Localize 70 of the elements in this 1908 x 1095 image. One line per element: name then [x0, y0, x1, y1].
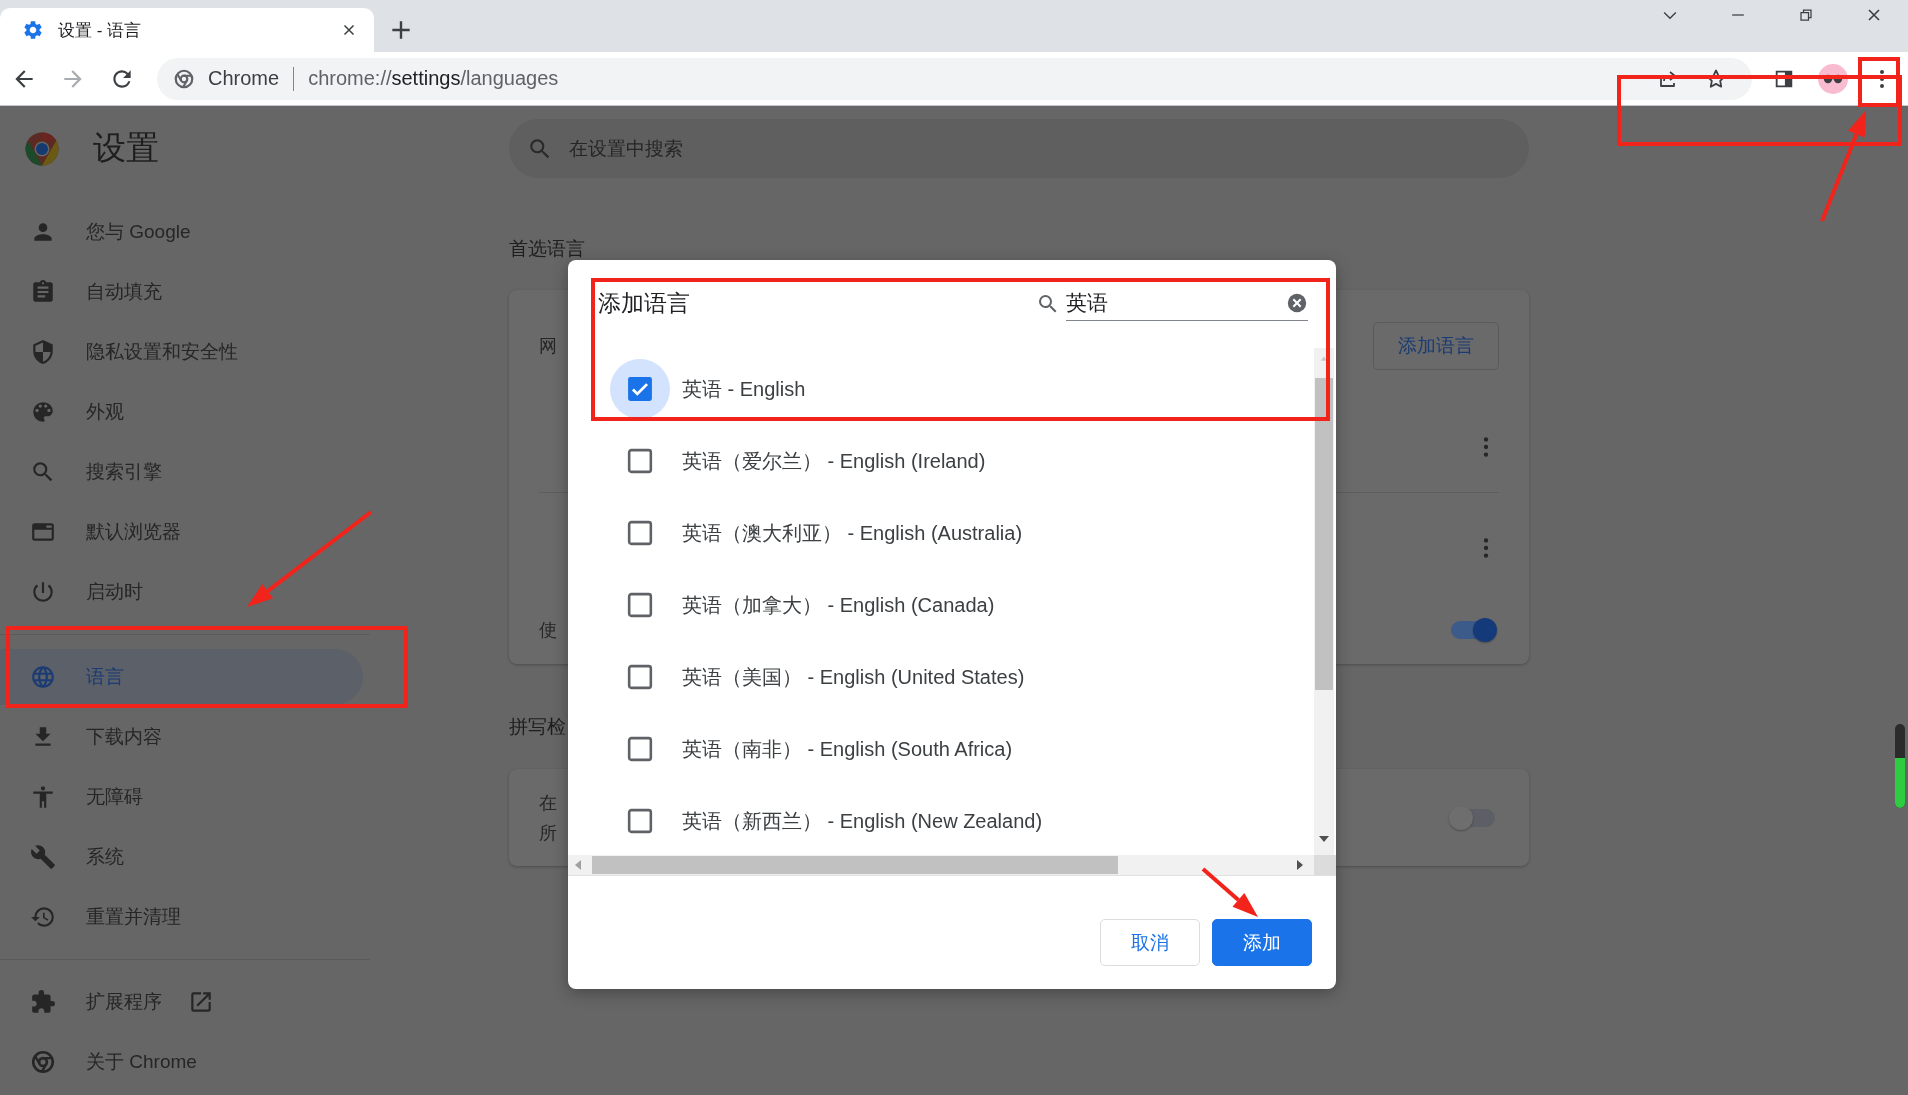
sidebar-item[interactable]: 语言 — [0, 649, 363, 705]
cancel-button[interactable]: 取消 — [1100, 919, 1200, 966]
sidebar-item[interactable]: 自动填充 — [0, 262, 333, 322]
setting-text: 所 — [539, 821, 557, 845]
language-option[interactable]: 英语（爱尔兰） - English (Ireland) — [682, 447, 986, 475]
url-text: chrome://settings/languages — [308, 67, 559, 90]
browser-logo-icon — [24, 130, 60, 167]
scrollbar-thumb[interactable] — [1315, 378, 1333, 690]
power-icon — [30, 579, 56, 605]
sidebar-item[interactable]: 无障碍 — [0, 767, 333, 827]
side-handle[interactable] — [1895, 724, 1905, 808]
vertical-scrollbar[interactable] — [1314, 348, 1334, 855]
address-bar[interactable]: Chrome chrome://settings/languages — [157, 57, 1752, 100]
sidebar-item[interactable]: 外观 — [0, 382, 333, 442]
scrollbar-thumb[interactable] — [592, 856, 1118, 874]
accessibility-icon — [30, 784, 56, 810]
sidebar-item[interactable]: 重置并清理 — [0, 887, 333, 947]
scroll-up-icon[interactable] — [1319, 354, 1329, 364]
checkbox[interactable] — [627, 592, 653, 618]
sidebar-item[interactable]: 下载内容 — [0, 707, 333, 767]
checkbox[interactable] — [627, 736, 653, 762]
checkbox[interactable] — [627, 376, 653, 402]
add-language-button[interactable]: 添加语言 — [1373, 322, 1499, 370]
sidebar-item[interactable]: 启动时 — [0, 562, 333, 622]
language-option[interactable]: 英语（南非） - English (South Africa) — [682, 735, 1013, 763]
checkbox[interactable] — [627, 664, 653, 690]
toggle-switch[interactable] — [1451, 808, 1495, 827]
setting-text: 使 — [539, 618, 557, 642]
palette-icon — [30, 399, 56, 425]
section-heading: 拼写检 — [509, 715, 567, 739]
gear-icon — [22, 19, 44, 41]
tab-title: 设置 - 语言 — [58, 19, 142, 42]
language-option[interactable]: 英语（新西兰） - English (New Zealand) — [682, 807, 1043, 835]
checkbox[interactable] — [627, 808, 653, 834]
horizontal-scrollbar[interactable] — [568, 855, 1314, 875]
clear-icon[interactable] — [1286, 292, 1308, 314]
sidebar-item[interactable]: 您与 Google — [0, 202, 333, 262]
sidebar-item[interactable]: 隐私设置和安全性 — [0, 322, 333, 382]
setting-text: 网 — [539, 335, 557, 358]
globe-icon — [30, 664, 56, 690]
sidebar-item[interactable]: 关于 Chrome — [0, 1032, 333, 1092]
sidebar-item[interactable]: 系统 — [0, 827, 333, 887]
language-option[interactable]: 英语（澳大利亚） - English (Australia) — [682, 519, 1023, 547]
avatar-icon[interactable] — [1817, 63, 1848, 94]
puzzle-icon — [30, 989, 56, 1015]
section-heading: 首选语言 — [509, 237, 586, 261]
search-field[interactable]: 英语 — [1066, 286, 1308, 321]
language-option[interactable]: 英语（美国） - English (United States) — [682, 663, 1025, 691]
setting-text: 在 — [539, 791, 557, 815]
browser-logo-icon — [30, 1049, 56, 1075]
history-icon — [30, 904, 56, 930]
sidebar-item[interactable]: 默认浏览器 — [0, 502, 333, 562]
language-option[interactable]: 英语 - English — [682, 375, 806, 403]
annotation-arrow — [1201, 867, 1258, 917]
wrench-icon — [30, 844, 56, 870]
site-icon — [173, 67, 195, 90]
checkbox[interactable] — [627, 448, 653, 474]
sidebar-item[interactable]: 搜索引擎 — [0, 442, 333, 502]
add-button[interactable]: 添加 — [1212, 919, 1312, 966]
search-field[interactable]: 在设置中搜索 — [509, 119, 1529, 178]
shield-icon — [30, 339, 56, 365]
page-title: 设置 — [93, 128, 159, 168]
site-label: Chrome — [208, 67, 280, 90]
dialog-title: 添加语言 — [598, 289, 690, 318]
clipboard-icon — [30, 279, 56, 305]
toggle-switch[interactable] — [1451, 620, 1495, 639]
sidebar-item[interactable]: 扩展程序 — [0, 972, 333, 1032]
browser-tab[interactable]: 设置 - 语言 — [0, 8, 374, 52]
checkbox[interactable] — [627, 520, 653, 546]
language-option[interactable]: 英语（加拿大） - English (Canada) — [682, 591, 995, 619]
